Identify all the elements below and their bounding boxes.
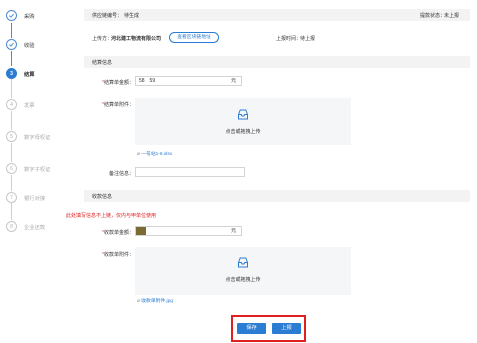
step-label: 企业还款 [24, 224, 46, 231]
receipt-attached-file[interactable]: ⌀ 收款单附件.jpg [137, 297, 173, 304]
settlement-amount-label: *结算单金额： [84, 79, 134, 86]
step-number: 7 [6, 192, 17, 203]
receipt-upload-text: 点击或拖拽上传 [225, 277, 261, 283]
step-purchase[interactable]: 采购 [6, 10, 35, 21]
step-number: 3 [6, 68, 17, 79]
info-bar [84, 9, 470, 21]
remark-input[interactable] [135, 167, 245, 177]
settlement-section-title: 结算信息 [92, 60, 113, 66]
step-connector [11, 23, 12, 38]
receipt-upload-area[interactable]: 点击或拖拽上传 [135, 247, 351, 295]
step-settlement[interactable]: 3 结算 [6, 68, 35, 79]
receipt-warning: 此处填写信息不上链，仅内与甲单位使用 [66, 213, 157, 219]
receipt-section-header [84, 190, 470, 202]
settlement-attachment-label: *结算单附件： [84, 101, 134, 108]
main-panel: 供应链编号： 待生成 提款状态： 未上报 上传方： 河北建工物流有限公司 查看区… [66, 0, 470, 343]
supply-number-value: 待生成 [124, 13, 140, 19]
settlement-upload-text: 点击或拖拽上传 [225, 129, 261, 135]
receipt-amount-unit: 元 [230, 228, 236, 234]
receipt-attachment-label-text: 收款单附件： [103, 252, 134, 258]
settlement-attached-file[interactable]: ⌀ 一号站1-6.xlsx [137, 150, 172, 157]
step-number: 6 [6, 163, 17, 174]
check-icon [6, 10, 17, 21]
step-label: 采购 [24, 13, 35, 20]
receipt-amount-label-text: 收款单金额： [103, 230, 134, 236]
paperclip-icon: ⌀ [137, 299, 140, 304]
step-label: 银行对接 [24, 195, 46, 202]
settlement-attachment-label-text: 结算单附件： [103, 102, 134, 108]
receipt-amount-label: *收款单金额： [84, 229, 134, 236]
settlement-upload-area[interactable]: 点击或拖拽上传 [135, 98, 351, 145]
settlement-amount-label-text: 结算单金额： [103, 80, 134, 86]
inbox-icon [237, 257, 249, 270]
step-label: 数字子权证 [24, 166, 51, 173]
save-button-label: 保存 [246, 325, 257, 331]
receipt-amount-swatch [136, 227, 146, 235]
step-number: 4 [6, 99, 17, 110]
step-label: 发票 [24, 102, 35, 109]
settlement-amount-value: 58 59 [139, 78, 156, 84]
step-connector [11, 111, 12, 130]
step-bank[interactable]: 7 银行对接 [6, 192, 45, 203]
step-connector [11, 203, 12, 220]
status-label: 提款状态： [420, 13, 446, 19]
remark-label: 备注信息： [84, 170, 134, 177]
paperclip-icon: ⌀ [137, 152, 140, 157]
upload-button-label: 上报 [281, 325, 292, 331]
remark-label-text: 备注信息： [108, 171, 134, 177]
inbox-icon [237, 109, 249, 122]
step-number: 8 [6, 221, 17, 232]
settlement-section-header [84, 56, 470, 68]
settlement-amount-unit: 元 [230, 78, 236, 84]
upload-time-value: 待上报 [300, 36, 316, 42]
save-button[interactable]: 保存 [237, 323, 266, 334]
step-sidebar: 采购 收验 3 结算 4 发票 5 数字母权证 6 数字子权证 7 银行对接 8… [0, 0, 70, 343]
uploader-value: 河北建工物流有限公司 [111, 36, 162, 42]
upload-button[interactable]: 上报 [272, 323, 301, 334]
receipt-section-title: 收款信息 [92, 194, 113, 200]
step-child-certificate[interactable]: 6 数字子权证 [6, 163, 51, 174]
step-label: 结算 [24, 71, 35, 78]
receipt-attachment-label: *收款单附件： [84, 251, 134, 258]
step-number: 5 [6, 131, 17, 142]
status-value: 未上报 [444, 13, 460, 19]
receipt-file-link: 收款单附件.jpg [141, 299, 173, 304]
step-connector [11, 175, 12, 191]
check-icon [6, 39, 17, 50]
step-invoice[interactable]: 4 发票 [6, 99, 35, 110]
upload-time-label: 上报时间： [276, 36, 302, 42]
settlement-amount-input[interactable]: 58 59 元 [135, 76, 242, 86]
uploader-label: 上传方： [92, 36, 113, 42]
receipt-amount-input[interactable]: 元 [135, 226, 242, 236]
step-label: 收验 [24, 42, 35, 49]
blockchain-address-button[interactable]: 查看区块链地址 [169, 32, 219, 43]
step-connector [11, 51, 12, 66]
step-repayment[interactable]: 8 企业还款 [6, 221, 45, 232]
blockchain-address-label: 查看区块链地址 [177, 35, 211, 40]
supply-number-label: 供应链编号： [92, 13, 123, 19]
settlement-file-link: 一号站1-6.xlsx [141, 152, 173, 157]
step-connector [11, 143, 12, 162]
step-parent-certificate[interactable]: 5 数字母权证 [6, 131, 51, 142]
step-connector [11, 79, 12, 98]
step-inspection[interactable]: 收验 [6, 39, 35, 50]
step-label: 数字母权证 [24, 134, 51, 141]
